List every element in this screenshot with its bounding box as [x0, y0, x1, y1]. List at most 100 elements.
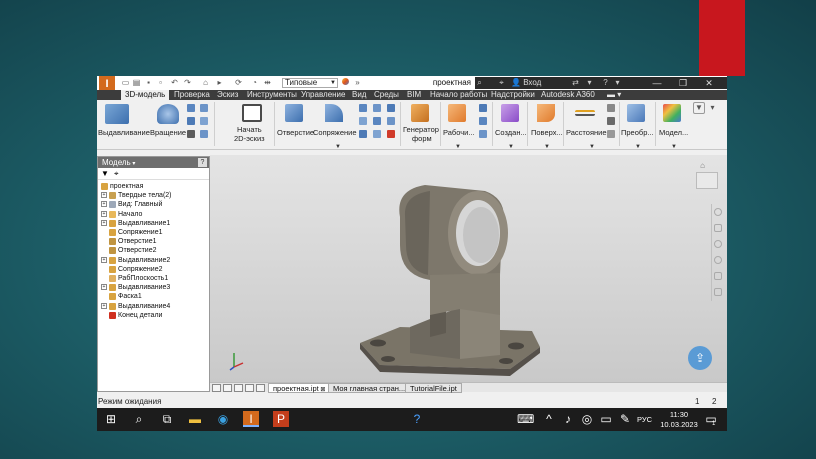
- close-button[interactable]: ✕: [697, 77, 721, 89]
- pen-icon[interactable]: ✎: [617, 411, 633, 427]
- tab-bim[interactable]: BIM: [407, 90, 421, 100]
- steering-wheel-icon[interactable]: [714, 208, 722, 216]
- clock-time[interactable]: 11:30: [665, 410, 693, 419]
- viewcube[interactable]: [696, 172, 718, 189]
- select-icon[interactable]: ▸: [215, 78, 224, 87]
- face-draft-icon[interactable]: [373, 130, 381, 138]
- cascade-icon[interactable]: [223, 384, 232, 392]
- print-icon[interactable]: ▫: [156, 78, 165, 87]
- appearance-icon[interactable]: ◔: [250, 78, 259, 87]
- tab-tools[interactable]: Инструменты: [247, 90, 297, 100]
- delete-face-icon[interactable]: [387, 130, 395, 138]
- tray-chevron-icon[interactable]: ^: [541, 411, 557, 427]
- close-tab-icon[interactable]: ⊠: [319, 387, 325, 393]
- thread-icon[interactable]: [387, 104, 395, 112]
- modify-dropdown-icon[interactable]: ▼: [335, 144, 341, 150]
- thicken-icon[interactable]: [373, 117, 381, 125]
- split-icon[interactable]: [387, 117, 395, 125]
- tab-manage[interactable]: Управление: [301, 90, 345, 100]
- doc-list-icon[interactable]: [245, 384, 254, 392]
- undo-icon[interactable]: ↶: [170, 78, 179, 87]
- document-tab[interactable]: проектная.ipt ⊠: [268, 383, 331, 393]
- color-ball-icon[interactable]: [341, 78, 350, 87]
- home-view-icon[interactable]: ⌂: [698, 161, 707, 170]
- angle-icon[interactable]: [607, 104, 615, 112]
- home-icon[interactable]: ⌂: [201, 78, 210, 87]
- windows-start-icon[interactable]: ⊞: [103, 411, 119, 427]
- orbit-icon[interactable]: [714, 256, 722, 264]
- point-icon[interactable]: [479, 117, 487, 125]
- axis-icon[interactable]: [479, 104, 487, 112]
- coil-icon[interactable]: [200, 117, 208, 125]
- keyboard-icon[interactable]: ⌨: [517, 411, 534, 427]
- notification-icon[interactable]: ▭: [703, 411, 719, 427]
- tab-addins[interactable]: Надстройки: [491, 90, 535, 100]
- redo-icon[interactable]: ↷: [183, 78, 192, 87]
- document-tab[interactable]: TutorialFile.ipt: [405, 383, 462, 393]
- ribbon-settings-icon[interactable]: ▼: [693, 102, 705, 114]
- filter-icon[interactable]: ▼: [101, 169, 109, 178]
- tile-icon[interactable]: [212, 384, 221, 392]
- area-icon[interactable]: [607, 130, 615, 138]
- shell-icon[interactable]: [359, 104, 367, 112]
- expand-icon[interactable]: +: [101, 201, 107, 208]
- help-app-icon[interactable]: ?: [409, 411, 425, 427]
- arrange-icon[interactable]: [234, 384, 243, 392]
- document-tab[interactable]: Моя главная стран...: [328, 383, 411, 393]
- tab-view[interactable]: Вид: [352, 90, 366, 100]
- edge-browser-icon[interactable]: ◉: [215, 411, 231, 427]
- help-chevron-icon[interactable]: ▾: [613, 78, 622, 87]
- help-icon[interactable]: ?: [601, 78, 610, 87]
- expand-icon[interactable]: +: [101, 256, 107, 263]
- search-icon[interactable]: ⌕: [131, 411, 147, 427]
- tab-get-started[interactable]: Начало работы: [430, 90, 487, 100]
- work-dropdown-icon[interactable]: ▼: [455, 144, 461, 150]
- ucs-icon[interactable]: [479, 130, 487, 138]
- derive-icon[interactable]: [200, 130, 208, 138]
- tab-3d-model[interactable]: 3D-модель: [121, 90, 170, 100]
- expand-icon[interactable]: +: [101, 210, 107, 217]
- open-file-icon[interactable]: ▤: [132, 78, 141, 87]
- model-dropdown-icon[interactable]: ▼: [671, 144, 677, 150]
- surface-dropdown-icon[interactable]: ▼: [544, 144, 550, 150]
- emboss-icon[interactable]: [187, 130, 195, 138]
- new-file-icon[interactable]: ▭: [121, 78, 130, 87]
- distance-dropdown-icon[interactable]: ▼: [589, 144, 595, 150]
- sweep-icon[interactable]: [187, 104, 195, 112]
- loft-icon[interactable]: [187, 117, 195, 125]
- ribbon-overflow-icon[interactable]: ▾: [708, 103, 717, 112]
- powerpoint-icon[interactable]: P: [273, 411, 289, 427]
- browser-title[interactable]: Модель: [102, 158, 131, 167]
- tab-inspect[interactable]: Проверка: [174, 90, 210, 100]
- search-icon[interactable]: ⌕: [475, 78, 484, 87]
- browser-search-icon[interactable]: ⌖: [114, 169, 119, 179]
- rib-icon[interactable]: [200, 104, 208, 112]
- share-icon[interactable]: ⇪: [688, 346, 712, 370]
- exchange-icon[interactable]: ⇄: [571, 78, 580, 87]
- loop-icon[interactable]: [607, 117, 615, 125]
- chamfer-icon[interactable]: [359, 130, 367, 138]
- browser-help-icon[interactable]: ?: [198, 158, 207, 167]
- create-dropdown-icon[interactable]: ▼: [508, 144, 514, 150]
- binoculars-icon[interactable]: ⌖: [497, 78, 506, 87]
- look-at-icon[interactable]: [714, 272, 722, 280]
- measure-icon[interactable]: ⇹: [263, 78, 272, 87]
- maximize-button[interactable]: ❐: [671, 77, 695, 89]
- signin-chevron-icon[interactable]: ▾: [585, 78, 594, 87]
- signin-button[interactable]: 👤 Вход: [511, 78, 541, 88]
- tab-a360[interactable]: Autodesk A360: [541, 90, 595, 100]
- convert-dropdown-icon[interactable]: ▼: [635, 144, 641, 150]
- browser-title-chevron-icon[interactable]: ▾: [131, 161, 135, 167]
- expand-icon[interactable]: +: [101, 284, 107, 291]
- expand-toolbar-icon[interactable]: »: [353, 78, 362, 87]
- appearance-style-dropdown[interactable]: Типовые ▼: [282, 78, 338, 88]
- clock-date[interactable]: 10.03.2023: [659, 420, 699, 429]
- zoom-icon[interactable]: [714, 240, 722, 248]
- tab-environments[interactable]: Среды: [374, 90, 399, 100]
- battery-icon[interactable]: ▭: [598, 411, 614, 427]
- home-tab-icon[interactable]: [256, 384, 265, 392]
- network-globe-icon[interactable]: ◎: [579, 411, 595, 427]
- draft-icon[interactable]: [373, 104, 381, 112]
- pan-icon[interactable]: [714, 224, 722, 232]
- save-icon[interactable]: ▪: [144, 78, 153, 87]
